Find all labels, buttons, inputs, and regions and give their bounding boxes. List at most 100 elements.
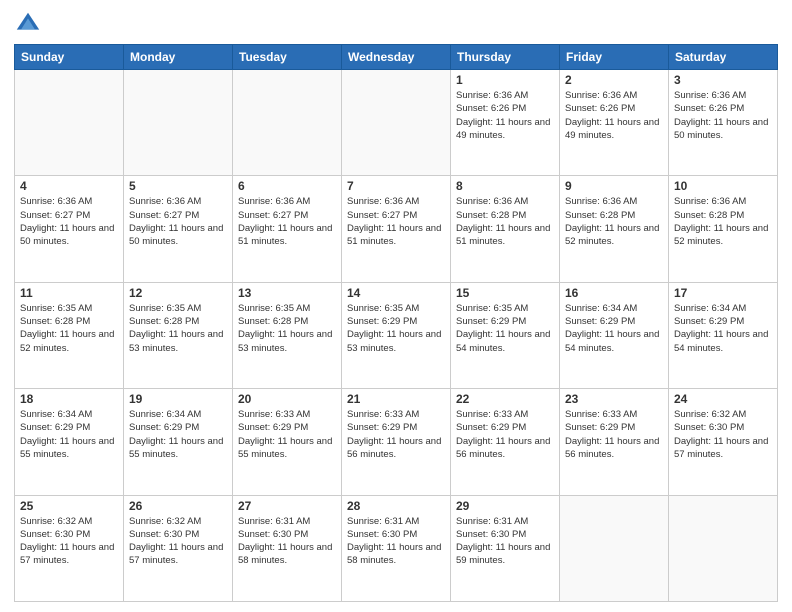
calendar-cell: 20 Sunrise: 6:33 AM Sunset: 6:29 PM Dayli… bbox=[233, 389, 342, 495]
day-number: 19 bbox=[129, 392, 227, 406]
col-header-thursday: Thursday bbox=[451, 45, 560, 70]
day-number: 26 bbox=[129, 499, 227, 513]
day-number: 6 bbox=[238, 179, 336, 193]
calendar-cell: 17 Sunrise: 6:34 AM Sunset: 6:29 PM Dayli… bbox=[669, 282, 778, 388]
week-row-3: 18 Sunrise: 6:34 AM Sunset: 6:29 PM Dayli… bbox=[15, 389, 778, 495]
day-info: Sunrise: 6:34 AM Sunset: 6:29 PM Dayligh… bbox=[129, 408, 227, 461]
day-info: Sunrise: 6:32 AM Sunset: 6:30 PM Dayligh… bbox=[20, 515, 118, 568]
calendar-cell: 22Sunrise: 6:33 AM Sunset: 6:29 PM Dayli… bbox=[451, 389, 560, 495]
day-number: 20 bbox=[238, 392, 336, 406]
calendar-cell: 19 Sunrise: 6:34 AM Sunset: 6:29 PM Dayli… bbox=[124, 389, 233, 495]
col-header-sunday: Sunday bbox=[15, 45, 124, 70]
day-info: Sunrise: 6:36 AM Sunset: 6:26 PM Dayligh… bbox=[674, 89, 772, 142]
week-row-2: 11 Sunrise: 6:35 AM Sunset: 6:28 PM Dayli… bbox=[15, 282, 778, 388]
calendar-cell: 4 Sunrise: 6:36 AM Sunset: 6:27 PM Daylig… bbox=[15, 176, 124, 282]
week-row-1: 4 Sunrise: 6:36 AM Sunset: 6:27 PM Daylig… bbox=[15, 176, 778, 282]
day-number: 22 bbox=[456, 392, 554, 406]
day-info: Sunrise: 6:32 AM Sunset: 6:30 PM Dayligh… bbox=[674, 408, 772, 461]
day-info: Sunrise: 6:33 AM Sunset: 6:29 PM Dayligh… bbox=[347, 408, 445, 461]
day-number: 23 bbox=[565, 392, 663, 406]
calendar-table: SundayMondayTuesdayWednesdayThursdayFrid… bbox=[14, 44, 778, 602]
col-header-wednesday: Wednesday bbox=[342, 45, 451, 70]
day-info: Sunrise: 6:35 AM Sunset: 6:29 PM Dayligh… bbox=[456, 302, 554, 355]
day-info: Sunrise: 6:36 AM Sunset: 6:28 PM Dayligh… bbox=[565, 195, 663, 248]
calendar-cell: 29 Sunrise: 6:31 AM Sunset: 6:30 PM Dayli… bbox=[451, 495, 560, 601]
calendar-cell: 24 Sunrise: 6:32 AM Sunset: 6:30 PM Dayli… bbox=[669, 389, 778, 495]
day-number: 17 bbox=[674, 286, 772, 300]
calendar-cell: 21Sunrise: 6:33 AM Sunset: 6:29 PM Dayli… bbox=[342, 389, 451, 495]
day-number: 4 bbox=[20, 179, 118, 193]
day-info: Sunrise: 6:35 AM Sunset: 6:28 PM Dayligh… bbox=[129, 302, 227, 355]
calendar-cell bbox=[124, 70, 233, 176]
day-info: Sunrise: 6:34 AM Sunset: 6:29 PM Dayligh… bbox=[674, 302, 772, 355]
day-info: Sunrise: 6:36 AM Sunset: 6:27 PM Dayligh… bbox=[129, 195, 227, 248]
calendar-cell: 28 Sunrise: 6:31 AM Sunset: 6:30 PM Dayli… bbox=[342, 495, 451, 601]
day-number: 29 bbox=[456, 499, 554, 513]
col-header-tuesday: Tuesday bbox=[233, 45, 342, 70]
day-info: Sunrise: 6:36 AM Sunset: 6:27 PM Dayligh… bbox=[347, 195, 445, 248]
calendar-cell: 8Sunrise: 6:36 AM Sunset: 6:28 PM Daylig… bbox=[451, 176, 560, 282]
day-info: Sunrise: 6:36 AM Sunset: 6:27 PM Dayligh… bbox=[238, 195, 336, 248]
day-number: 7 bbox=[347, 179, 445, 193]
day-info: Sunrise: 6:36 AM Sunset: 6:27 PM Dayligh… bbox=[20, 195, 118, 248]
day-number: 2 bbox=[565, 73, 663, 87]
calendar-cell bbox=[233, 70, 342, 176]
day-number: 27 bbox=[238, 499, 336, 513]
calendar-cell: 23 Sunrise: 6:33 AM Sunset: 6:29 PM Dayli… bbox=[560, 389, 669, 495]
day-info: Sunrise: 6:34 AM Sunset: 6:29 PM Dayligh… bbox=[565, 302, 663, 355]
calendar-cell: 2 Sunrise: 6:36 AM Sunset: 6:26 PM Daylig… bbox=[560, 70, 669, 176]
day-info: Sunrise: 6:31 AM Sunset: 6:30 PM Dayligh… bbox=[456, 515, 554, 568]
calendar-cell: 25 Sunrise: 6:32 AM Sunset: 6:30 PM Dayli… bbox=[15, 495, 124, 601]
calendar-header-row: SundayMondayTuesdayWednesdayThursdayFrid… bbox=[15, 45, 778, 70]
calendar-cell: 11 Sunrise: 6:35 AM Sunset: 6:28 PM Dayli… bbox=[15, 282, 124, 388]
calendar-cell: 10 Sunrise: 6:36 AM Sunset: 6:28 PM Dayli… bbox=[669, 176, 778, 282]
day-info: Sunrise: 6:31 AM Sunset: 6:30 PM Dayligh… bbox=[347, 515, 445, 568]
calendar-cell: 3Sunrise: 6:36 AM Sunset: 6:26 PM Daylig… bbox=[669, 70, 778, 176]
day-number: 11 bbox=[20, 286, 118, 300]
day-number: 14 bbox=[347, 286, 445, 300]
day-info: Sunrise: 6:35 AM Sunset: 6:29 PM Dayligh… bbox=[347, 302, 445, 355]
calendar-cell bbox=[560, 495, 669, 601]
calendar-cell: 14 Sunrise: 6:35 AM Sunset: 6:29 PM Dayli… bbox=[342, 282, 451, 388]
day-info: Sunrise: 6:33 AM Sunset: 6:29 PM Dayligh… bbox=[238, 408, 336, 461]
calendar-cell: 1Sunrise: 6:36 AM Sunset: 6:26 PM Daylig… bbox=[451, 70, 560, 176]
day-number: 5 bbox=[129, 179, 227, 193]
calendar-cell: 5 Sunrise: 6:36 AM Sunset: 6:27 PM Daylig… bbox=[124, 176, 233, 282]
day-number: 10 bbox=[674, 179, 772, 193]
col-header-friday: Friday bbox=[560, 45, 669, 70]
col-header-monday: Monday bbox=[124, 45, 233, 70]
logo bbox=[14, 10, 46, 38]
calendar-cell bbox=[15, 70, 124, 176]
calendar-cell: 7 Sunrise: 6:36 AM Sunset: 6:27 PM Daylig… bbox=[342, 176, 451, 282]
day-number: 8 bbox=[456, 179, 554, 193]
week-row-0: 1Sunrise: 6:36 AM Sunset: 6:26 PM Daylig… bbox=[15, 70, 778, 176]
calendar-cell: 12Sunrise: 6:35 AM Sunset: 6:28 PM Dayli… bbox=[124, 282, 233, 388]
calendar-cell: 16 Sunrise: 6:34 AM Sunset: 6:29 PM Dayli… bbox=[560, 282, 669, 388]
day-info: Sunrise: 6:36 AM Sunset: 6:26 PM Dayligh… bbox=[565, 89, 663, 142]
calendar-cell: 26 Sunrise: 6:32 AM Sunset: 6:30 PM Dayli… bbox=[124, 495, 233, 601]
col-header-saturday: Saturday bbox=[669, 45, 778, 70]
day-number: 16 bbox=[565, 286, 663, 300]
day-info: Sunrise: 6:32 AM Sunset: 6:30 PM Dayligh… bbox=[129, 515, 227, 568]
day-number: 9 bbox=[565, 179, 663, 193]
day-number: 25 bbox=[20, 499, 118, 513]
calendar-cell: 27Sunrise: 6:31 AM Sunset: 6:30 PM Dayli… bbox=[233, 495, 342, 601]
calendar-cell bbox=[342, 70, 451, 176]
day-info: Sunrise: 6:34 AM Sunset: 6:29 PM Dayligh… bbox=[20, 408, 118, 461]
day-info: Sunrise: 6:36 AM Sunset: 6:28 PM Dayligh… bbox=[674, 195, 772, 248]
day-info: Sunrise: 6:35 AM Sunset: 6:28 PM Dayligh… bbox=[238, 302, 336, 355]
day-info: Sunrise: 6:35 AM Sunset: 6:28 PM Dayligh… bbox=[20, 302, 118, 355]
week-row-4: 25 Sunrise: 6:32 AM Sunset: 6:30 PM Dayli… bbox=[15, 495, 778, 601]
logo-icon bbox=[14, 10, 42, 38]
day-number: 28 bbox=[347, 499, 445, 513]
calendar-cell: 18 Sunrise: 6:34 AM Sunset: 6:29 PM Dayli… bbox=[15, 389, 124, 495]
calendar-cell: 6 Sunrise: 6:36 AM Sunset: 6:27 PM Daylig… bbox=[233, 176, 342, 282]
day-info: Sunrise: 6:33 AM Sunset: 6:29 PM Dayligh… bbox=[565, 408, 663, 461]
day-number: 13 bbox=[238, 286, 336, 300]
calendar-cell: 15 Sunrise: 6:35 AM Sunset: 6:29 PM Dayli… bbox=[451, 282, 560, 388]
day-number: 18 bbox=[20, 392, 118, 406]
calendar-cell: 13 Sunrise: 6:35 AM Sunset: 6:28 PM Dayli… bbox=[233, 282, 342, 388]
header bbox=[14, 10, 778, 38]
day-number: 24 bbox=[674, 392, 772, 406]
day-number: 15 bbox=[456, 286, 554, 300]
